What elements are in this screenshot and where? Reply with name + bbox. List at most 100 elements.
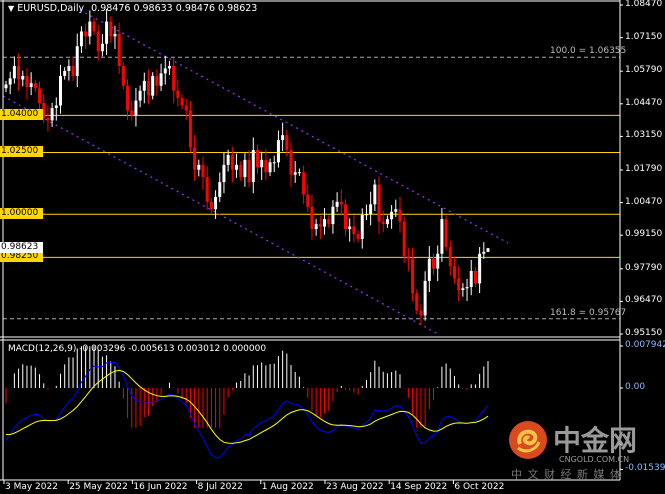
candle-body (201, 164, 205, 178)
candle-body (8, 78, 12, 85)
candle (38, 81, 42, 113)
candle (465, 278, 469, 301)
candle (172, 57, 176, 104)
candle-body (209, 201, 213, 210)
candle-body (314, 224, 318, 230)
candle-body (188, 110, 192, 148)
candle (75, 33, 79, 88)
candle (268, 158, 272, 176)
candles (4, 8, 490, 326)
candle (469, 259, 473, 296)
candle (235, 153, 239, 178)
candle-body (356, 233, 360, 239)
candle (276, 130, 280, 168)
candle (247, 150, 251, 188)
candle (243, 153, 247, 187)
channel-lower-line (2, 95, 439, 335)
candle (134, 87, 138, 127)
candle-body (79, 31, 83, 47)
candle-body (142, 80, 146, 91)
candle-body (402, 221, 406, 257)
candle (364, 204, 368, 221)
candle-body (306, 194, 310, 207)
candle (461, 283, 465, 297)
candle-body (339, 201, 343, 205)
candle-body (100, 43, 104, 52)
candle-body (348, 226, 352, 230)
triangle-down-icon[interactable]: ▼ (8, 4, 14, 13)
candle (67, 59, 71, 81)
candle-body (50, 107, 54, 121)
price-tick-label: 0.95150 (625, 328, 663, 338)
candle (222, 152, 226, 194)
macd-tick-label: -0.015396 (625, 463, 665, 474)
candle (457, 265, 461, 302)
candle-body (302, 172, 306, 195)
price-tick-label: 1.00470 (625, 196, 663, 207)
candle (339, 189, 343, 216)
candle-body (394, 209, 398, 212)
candle-body (448, 247, 452, 267)
candle-body (486, 248, 490, 252)
candle-body (58, 75, 62, 106)
candle (293, 161, 297, 183)
candle-body (84, 31, 88, 37)
candle (251, 137, 255, 194)
candle-body (54, 105, 58, 108)
candle-body (373, 184, 377, 205)
candle (373, 179, 377, 211)
candle-body (12, 66, 16, 79)
candle (448, 240, 452, 276)
candle (92, 17, 96, 36)
candle (390, 205, 394, 229)
candle (25, 67, 29, 100)
candle-body (155, 75, 159, 86)
candle-body (331, 206, 335, 225)
candle-body (440, 219, 444, 254)
candle-body (105, 21, 109, 44)
macd-tick-label: 0.007942 (625, 339, 665, 350)
candle (151, 72, 155, 100)
candle-body (285, 135, 289, 150)
candle-body (230, 154, 234, 170)
macd-tick-label: 0.00 (625, 382, 646, 392)
candle-body (138, 90, 142, 101)
candle-body (172, 66, 176, 91)
candle-body (88, 21, 92, 37)
price-tick-label: 0.99150 (625, 229, 663, 240)
price-tick-label: 0.97790 (625, 262, 663, 273)
candle (411, 247, 415, 302)
candle-body (130, 110, 134, 116)
candle-body (222, 164, 226, 183)
candle-body (134, 100, 138, 116)
candle-body (226, 154, 230, 165)
watermark-tagline: 中 文 财 经 新 媒 体 (511, 468, 622, 481)
candle (197, 159, 201, 177)
candle (473, 267, 477, 288)
candle-body (293, 172, 297, 175)
candle (260, 151, 264, 180)
price-tick-label: 1.05790 (625, 65, 663, 76)
candle-body (419, 310, 423, 316)
candle-body (323, 219, 327, 227)
current-price-tag: 0.98623 (0, 242, 43, 254)
candle (79, 26, 83, 53)
candle-body (457, 278, 461, 291)
candle (109, 16, 113, 44)
candle-body (239, 164, 243, 178)
price-tick-label: 1.03150 (625, 130, 663, 141)
candle-body (415, 293, 419, 311)
candle-body (151, 75, 155, 96)
candle (314, 218, 318, 236)
candle-body (369, 204, 373, 215)
candle-body (67, 66, 71, 71)
candle (377, 176, 381, 235)
candle-body (247, 159, 251, 183)
candle (8, 71, 12, 95)
candle (281, 122, 285, 152)
candle (33, 79, 37, 92)
candle (419, 303, 423, 326)
date-tick-label: 8 Jul 2022 (197, 482, 243, 492)
candle-body (436, 253, 440, 269)
price-tick-label: 1.04470 (625, 97, 663, 108)
